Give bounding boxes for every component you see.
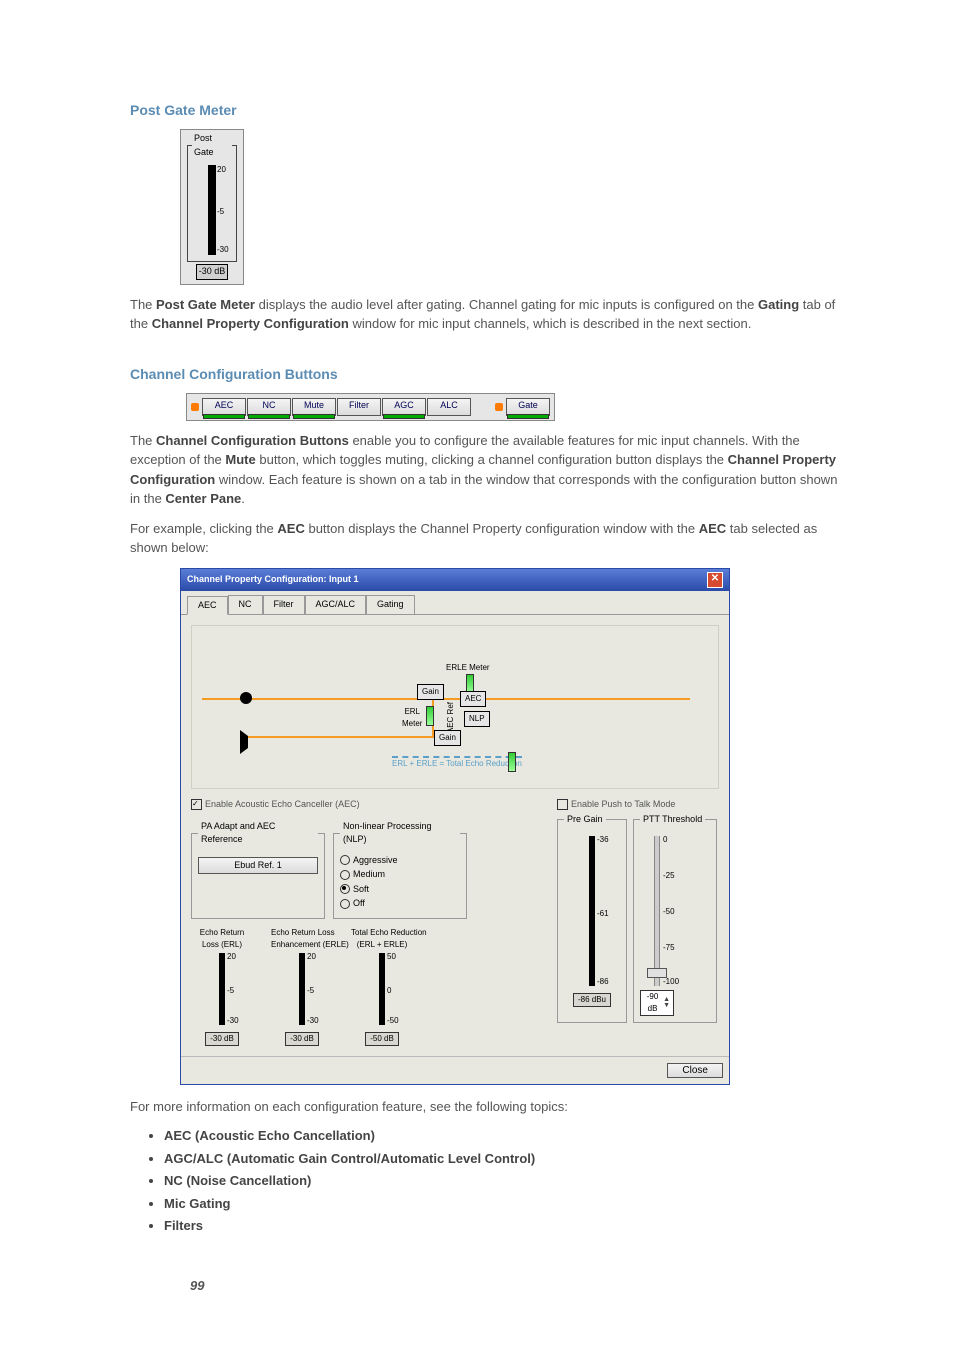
meter-value: -86 dBu [573, 993, 611, 1007]
gain-block: Gain [417, 684, 444, 700]
window-tabs: AEC NC Filter AGC/ALC Gating [181, 591, 729, 615]
channel-property-window: Channel Property Configuration: Input 1 … [180, 568, 730, 1085]
aec-block: AEC [460, 691, 486, 707]
alc-button[interactable]: ALC [427, 398, 471, 416]
nlp-group: Non-linear Processing (NLP) Aggressive M… [333, 820, 467, 919]
page-number: 99 [190, 1276, 844, 1296]
meter-title: Total Echo Reduction (ERL + ERLE) [351, 927, 413, 949]
channel-config-paragraph: The Channel Configuration Buttons enable… [130, 431, 844, 509]
diagram-label: AEC Ref [445, 702, 457, 733]
group-legend: PTT Threshold [640, 813, 705, 827]
speaker-icon [240, 730, 262, 754]
checkbox-icon [557, 799, 568, 810]
nlp-block: NLP [464, 711, 490, 727]
checkbox-icon [191, 799, 202, 810]
echo-meters-row: Echo Return Loss (ERL) 20-5-30 -30 dB Ec… [191, 927, 549, 1046]
more-info-paragraph: For more information on each configurati… [130, 1097, 844, 1117]
led-icon [495, 403, 503, 411]
group-legend: Pre Gain [564, 813, 606, 827]
window-title: Channel Property Configuration: Input 1 [187, 573, 359, 587]
diagram-label: ERL + ERLE = Total Echo Reduction [392, 758, 522, 770]
ptt-threshold-spinner[interactable]: -90 dB ▲▼ [640, 990, 674, 1016]
erl-meter: Echo Return Loss (ERL) 20-5-30 -30 dB [191, 927, 253, 1046]
heading-post-gate: Post Gate Meter [130, 100, 844, 121]
tab-gating[interactable]: Gating [366, 595, 415, 615]
meter-value: -30 dB [285, 1032, 319, 1046]
topics-list: AEC (Acoustic Echo Cancellation) AGC/ALC… [164, 1126, 844, 1236]
topic-item: Filters [164, 1216, 844, 1236]
topic-item: AEC (Acoustic Echo Cancellation) [164, 1126, 844, 1146]
checkbox-label: Enable Push to Talk Mode [571, 798, 675, 812]
group-legend: Non-linear Processing (NLP) [340, 820, 460, 847]
nlp-option-off[interactable]: Off [340, 897, 460, 911]
ptt-threshold-group: PTT Threshold 0 -25 -50 -75 -100 [633, 813, 717, 1024]
gain-block: Gain [434, 730, 461, 746]
tab-agcalc[interactable]: AGC/ALC [305, 595, 367, 615]
meter-title: Echo Return Loss Enhancement (ERLE) [271, 927, 333, 949]
nlp-option-aggressive[interactable]: Aggressive [340, 854, 460, 868]
channel-config-button-row: AEC NC Mute Filter AGC ALC Gate [186, 393, 555, 421]
tab-aec[interactable]: AEC [187, 596, 228, 616]
meter-tick: -5 [217, 206, 224, 218]
agc-button[interactable]: AGC [382, 398, 426, 416]
meter-title: Echo Return Loss (ERL) [191, 927, 253, 949]
tab-nc[interactable]: NC [228, 595, 263, 615]
post-gate-legend: Post Gate [192, 132, 232, 159]
spinner-arrows-icon[interactable]: ▲▼ [663, 997, 670, 1009]
topic-item: NC (Noise Cancellation) [164, 1171, 844, 1191]
gate-button[interactable]: Gate [506, 398, 550, 416]
nc-button[interactable]: NC [247, 398, 291, 416]
meter-icon [508, 752, 516, 772]
enable-ptt-checkbox[interactable]: Enable Push to Talk Mode [557, 798, 719, 812]
filter-button[interactable]: Filter [337, 398, 381, 416]
input-node-icon [240, 692, 252, 704]
topic-item: Mic Gating [164, 1194, 844, 1214]
nlp-option-medium[interactable]: Medium [340, 868, 460, 882]
total-echo-meter: Total Echo Reduction (ERL + ERLE) 500-50… [351, 927, 413, 1046]
nlp-option-soft[interactable]: Soft [340, 883, 460, 897]
led-icon [191, 403, 199, 411]
ptt-slider[interactable]: 0 -25 -50 -75 -100 [654, 836, 660, 986]
close-button[interactable]: Close [667, 1063, 723, 1078]
post-gate-paragraph: The Post Gate Meter displays the audio l… [130, 295, 844, 334]
meter-icon [426, 706, 434, 726]
group-legend: PA Adapt and AEC Reference [198, 820, 318, 847]
checkbox-label: Enable Acoustic Echo Canceller (AEC) [205, 798, 360, 812]
meter-value: -50 dB [365, 1032, 399, 1046]
diagram-label: ERL Meter [402, 706, 422, 730]
pa-adapt-group: PA Adapt and AEC Reference Ebud Ref. 1 [191, 820, 325, 919]
diagram-label: ERLE Meter [446, 662, 490, 674]
window-titlebar: Channel Property Configuration: Input 1 … [181, 569, 729, 591]
enable-aec-checkbox[interactable]: Enable Acoustic Echo Canceller (AEC) [191, 798, 549, 812]
close-icon[interactable]: ✕ [707, 572, 723, 588]
pre-gain-group: Pre Gain -36 -61 -86 -86 dBu [557, 813, 627, 1024]
tab-filter[interactable]: Filter [263, 595, 305, 615]
topic-item: AGC/ALC (Automatic Gain Control/Automati… [164, 1149, 844, 1169]
meter-tick: 20 [217, 164, 226, 176]
meter-bar: 20 -5 -30 [208, 165, 216, 255]
erle-meter: Echo Return Loss Enhancement (ERLE) 20-5… [271, 927, 333, 1046]
slider-thumb-icon[interactable] [647, 968, 667, 978]
aec-button[interactable]: AEC [202, 398, 246, 416]
meter-value: -30 dB [205, 1032, 239, 1046]
signal-diagram: ERLE Meter Gain AEC ERL Meter AEC Ref NL… [191, 625, 719, 789]
meter-value: -30 dB [196, 264, 229, 280]
aec-reference-button[interactable]: Ebud Ref. 1 [198, 857, 318, 875]
mute-button[interactable]: Mute [292, 398, 336, 416]
post-gate-meter-figure: Post Gate 20 -5 -30 -30 dB [180, 129, 244, 285]
heading-channel-config: Channel Configuration Buttons [130, 364, 844, 385]
example-paragraph: For example, clicking the AEC button dis… [130, 519, 844, 558]
meter-tick: -30 [217, 244, 229, 256]
